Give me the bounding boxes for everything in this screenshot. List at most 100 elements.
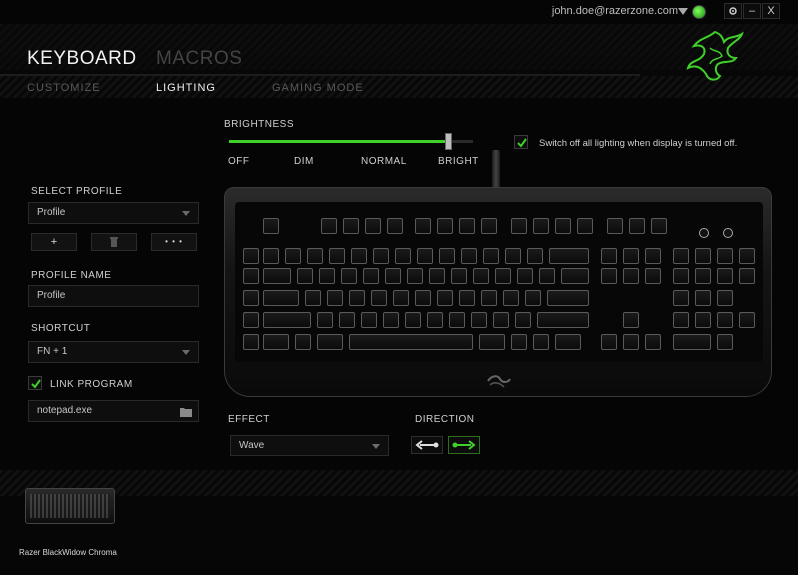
- sync-status-icon[interactable]: [692, 5, 706, 19]
- keyboard-key: [577, 218, 593, 234]
- keyboard-key: [461, 248, 477, 264]
- keyboard-key: [717, 268, 733, 284]
- brightness-tick-bright: BRIGHT: [438, 156, 479, 167]
- keyboard-key: [395, 248, 411, 264]
- add-profile-button[interactable]: +: [31, 233, 77, 251]
- tab-keyboard[interactable]: KEYBOARD: [27, 48, 137, 70]
- account-dropdown-icon[interactable]: [678, 8, 688, 15]
- keyboard-key: [439, 248, 455, 264]
- effect-select[interactable]: Wave: [230, 435, 389, 456]
- keyboard-key: [533, 334, 549, 350]
- keyboard-key: [263, 218, 279, 234]
- keyboard-key: [549, 248, 589, 264]
- subnav-bar: [0, 76, 798, 98]
- keyboard-key: [517, 268, 533, 284]
- keyboard-key: [623, 312, 639, 328]
- delete-profile-button[interactable]: [91, 233, 137, 251]
- keyboard-key: [427, 312, 443, 328]
- more-options-button[interactable]: • • •: [151, 233, 197, 251]
- keyboard-key: [285, 248, 301, 264]
- trash-icon: [110, 237, 118, 247]
- brightness-tick-dim: DIM: [294, 156, 314, 167]
- checkmark-icon: [31, 379, 41, 389]
- keyboard-key: [471, 312, 487, 328]
- shortcut-select-value: FN + 1: [37, 346, 68, 357]
- header-divider: [0, 74, 640, 76]
- media-play-icon: [699, 228, 709, 238]
- minimize-button[interactable]: –: [743, 3, 761, 19]
- keyboard-key: [525, 290, 541, 306]
- settings-button[interactable]: [724, 3, 742, 19]
- keyboard-key: [645, 334, 661, 350]
- keyboard-key: [561, 268, 589, 284]
- chevron-down-icon: [182, 350, 190, 355]
- brightness-slider[interactable]: [229, 140, 473, 143]
- tab-lighting[interactable]: LIGHTING: [156, 82, 216, 94]
- keyboard-key: [329, 248, 345, 264]
- keyboard-key: [527, 248, 543, 264]
- keyboard-key: [263, 268, 291, 284]
- direction-label: DIRECTION: [415, 414, 475, 425]
- keyboard-key: [537, 312, 589, 328]
- tab-gaming-mode[interactable]: GAMING MODE: [272, 82, 364, 94]
- keyboard-key: [695, 268, 711, 284]
- keyboard-key: [297, 268, 313, 284]
- keyboard-key: [533, 218, 549, 234]
- keyboard-key: [263, 248, 279, 264]
- arrow-left-icon: [415, 440, 439, 450]
- keyboard-key: [417, 248, 433, 264]
- program-path-input[interactable]: notepad.exe: [28, 400, 199, 422]
- keyboard-key: [717, 312, 733, 328]
- profile-select[interactable]: Profile: [28, 202, 199, 224]
- keyboard-key: [651, 218, 667, 234]
- keyboard-key: [623, 268, 639, 284]
- shortcut-select[interactable]: FN + 1: [28, 341, 199, 363]
- keyboard-key: [415, 290, 431, 306]
- keyboard-key: [429, 268, 445, 284]
- keyboard-key: [623, 334, 639, 350]
- keyboard-key: [451, 268, 467, 284]
- tab-macros[interactable]: MACROS: [156, 48, 242, 70]
- keyboard-key: [243, 290, 259, 306]
- profile-name-input[interactable]: Profile: [28, 285, 199, 307]
- device-thumbnail-keys: [30, 494, 110, 518]
- program-path-value: notepad.exe: [37, 405, 93, 416]
- checkmark-icon: [517, 138, 527, 148]
- keyboard-key: [351, 248, 367, 264]
- brightness-label: BRIGHTNESS: [224, 119, 295, 130]
- keyboard-key: [481, 218, 497, 234]
- gear-icon: [729, 7, 737, 15]
- keyboard-key: [373, 248, 389, 264]
- keyboard-key: [539, 268, 555, 284]
- switch-off-lighting-label: Switch off all lighting when display is …: [539, 138, 738, 149]
- keyboard-key: [243, 248, 259, 264]
- keyboard-key: [387, 218, 403, 234]
- title-bar: john.doe@razerzone.com – X: [0, 0, 798, 24]
- keyboard-keys-area: [235, 202, 763, 362]
- keyboard-key: [361, 312, 377, 328]
- account-email[interactable]: john.doe@razerzone.com: [552, 5, 678, 17]
- keyboard-key: [601, 268, 617, 284]
- close-button[interactable]: X: [762, 3, 780, 19]
- keyboard-key: [555, 334, 581, 350]
- brightness-slider-thumb[interactable]: [445, 133, 452, 150]
- keyboard-key: [263, 312, 311, 328]
- folder-icon[interactable]: [180, 407, 192, 417]
- keyboard-key: [243, 334, 259, 350]
- shortcut-label: SHORTCUT: [31, 323, 91, 334]
- tab-customize[interactable]: CUSTOMIZE: [27, 82, 101, 94]
- direction-left-button[interactable]: [411, 436, 443, 454]
- brightness-slider-fill: [229, 140, 449, 143]
- keyboard-key: [601, 334, 617, 350]
- keyboard-key: [515, 312, 531, 328]
- keyboard-key: [607, 218, 623, 234]
- keyboard-key: [263, 290, 299, 306]
- keyboard-key: [295, 334, 311, 350]
- direction-right-button[interactable]: [448, 436, 480, 454]
- keyboard-key: [511, 218, 527, 234]
- device-thumbnail[interactable]: [25, 488, 115, 524]
- switch-off-lighting-checkbox[interactable]: [514, 135, 528, 149]
- keyboard-key: [459, 290, 475, 306]
- link-program-checkbox[interactable]: [28, 376, 42, 390]
- keyboard-key: [371, 290, 387, 306]
